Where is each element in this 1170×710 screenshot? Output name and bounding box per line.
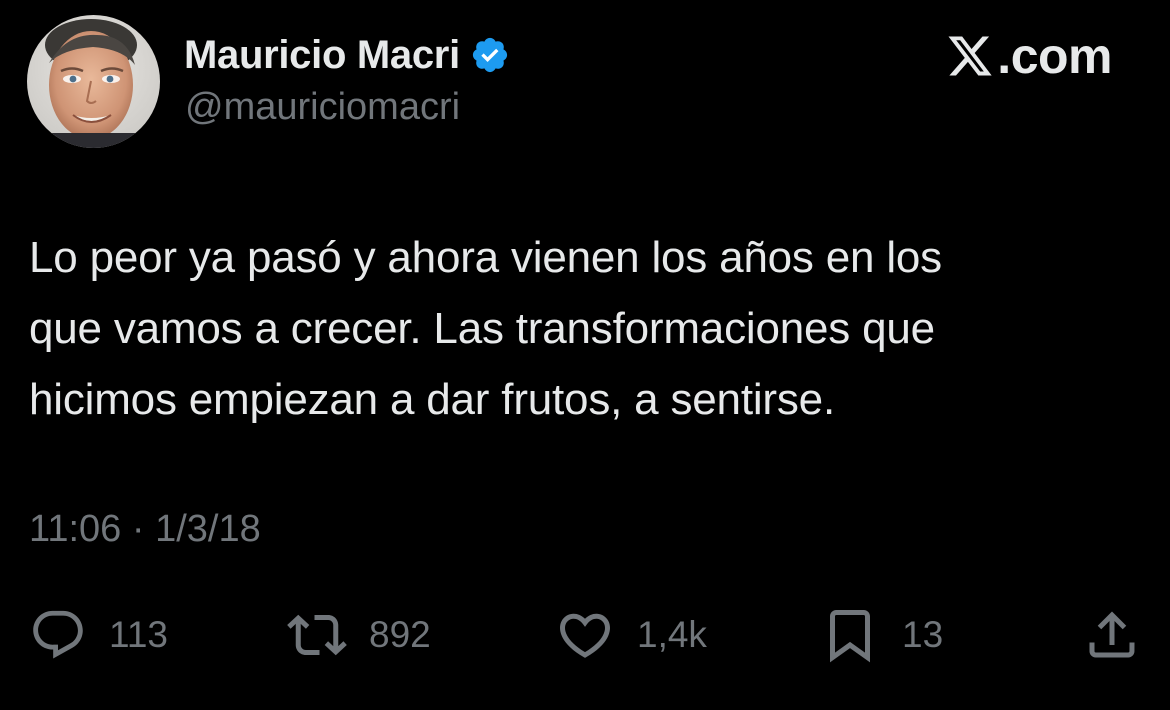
meta-separator: · <box>131 508 145 550</box>
retweet-count: 892 <box>369 614 431 655</box>
bookmark-count: 13 <box>902 614 944 655</box>
reply-button[interactable]: 113 <box>29 603 168 667</box>
brand-text: .com <box>997 28 1112 84</box>
verified-badge-icon <box>470 35 510 75</box>
action-bar: 113 892 1,4k 13 <box>0 603 1170 667</box>
share-icon <box>1082 605 1142 665</box>
author-name-row: Mauricio Macri <box>184 30 510 80</box>
tweet-text: Lo peor ya pasó y ahora vienen los años … <box>29 222 1129 435</box>
x-logo-icon <box>945 32 995 80</box>
reply-count: 113 <box>109 614 168 655</box>
share-button[interactable] <box>1082 603 1142 667</box>
tweet-text-line: Lo peor ya pasó y ahora vienen los años … <box>29 233 942 282</box>
heart-icon <box>555 605 615 665</box>
author-handle[interactable]: @mauriciomacri <box>185 86 460 129</box>
tweet-date: 1/3/18 <box>155 508 261 550</box>
like-count: 1,4k <box>637 614 707 655</box>
like-button[interactable]: 1,4k <box>555 603 707 667</box>
author-name[interactable]: Mauricio Macri <box>184 33 460 78</box>
tweet-text-line: que vamos a crecer. Las transformaciones… <box>29 304 935 353</box>
tweet-text-line: hicimos empiezan a dar frutos, a sentirs… <box>29 375 835 424</box>
bookmark-icon <box>820 605 880 665</box>
avatar[interactable] <box>27 15 160 148</box>
reply-icon <box>29 606 87 664</box>
retweet-icon <box>287 605 347 665</box>
brand-mark: .com <box>945 28 1112 84</box>
retweet-button[interactable]: 892 <box>287 603 431 667</box>
bookmark-button[interactable]: 13 <box>820 603 943 667</box>
tweet-timestamp[interactable]: 11:06 · 1/3/18 <box>29 508 261 551</box>
tweet-time: 11:06 <box>29 508 122 550</box>
